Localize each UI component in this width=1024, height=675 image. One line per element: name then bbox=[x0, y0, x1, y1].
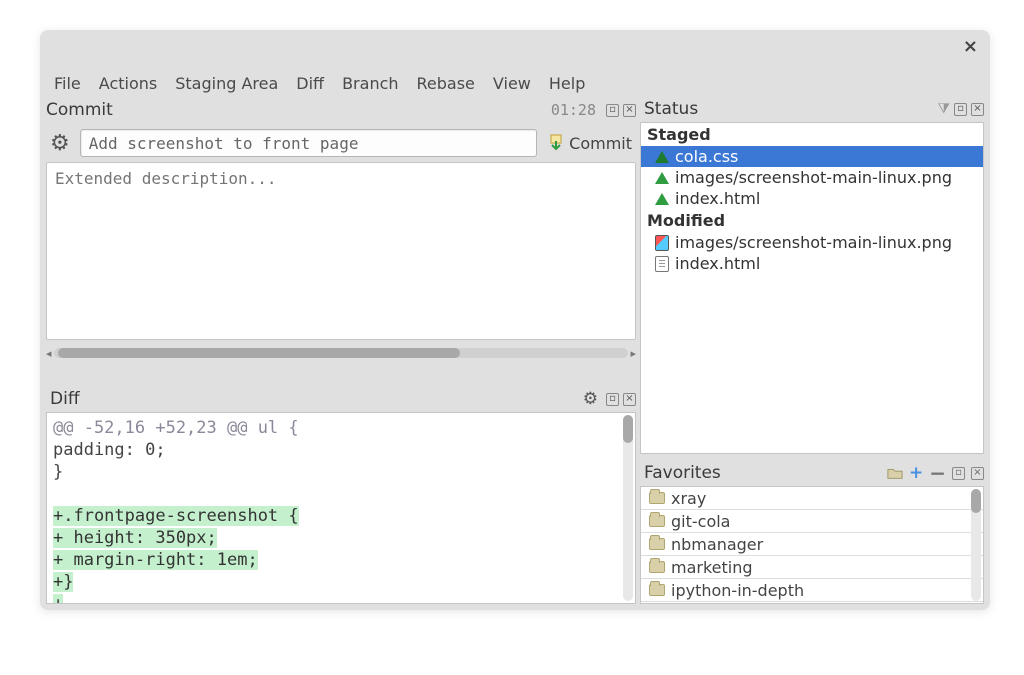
filter-icon[interactable]: ⧩ bbox=[938, 101, 951, 117]
staged-file[interactable]: images/screenshot-main-linux.png bbox=[641, 167, 983, 188]
folder-icon bbox=[649, 492, 665, 504]
restore-icon[interactable]: ▫ bbox=[954, 103, 967, 116]
favorite-item[interactable]: xray bbox=[641, 487, 983, 510]
favorite-name: nbmanager bbox=[671, 535, 763, 554]
staged-icon bbox=[655, 172, 669, 184]
file-name: images/screenshot-main-linux.png bbox=[675, 168, 952, 187]
remove-icon[interactable]: − bbox=[929, 461, 946, 485]
favorite-name: git-cola bbox=[671, 512, 730, 531]
favorite-name: xray bbox=[671, 489, 706, 508]
menubar: File Actions Staging Area Diff Branch Re… bbox=[40, 68, 990, 98]
menu-file[interactable]: File bbox=[54, 74, 81, 93]
favorites-list[interactable]: xray git-cola nbmanager marketing ipytho… bbox=[640, 486, 984, 604]
menu-actions[interactable]: Actions bbox=[99, 74, 157, 93]
file-name: index.html bbox=[675, 189, 760, 208]
commit-panel: Commit 01:28 ▫ × ⚙ Commit ◂ ▸ bbox=[46, 98, 636, 396]
git-cola-window: × File Actions Staging Area Diff Branch … bbox=[40, 30, 990, 610]
restore-icon[interactable]: ▫ bbox=[606, 104, 619, 117]
commit-summary-input[interactable] bbox=[80, 129, 537, 157]
horizontal-scrollbar[interactable]: ◂ ▸ bbox=[46, 346, 636, 360]
diff-blank-line bbox=[53, 483, 629, 505]
add-icon[interactable]: + bbox=[909, 463, 923, 483]
status-panel: Status ⧩ ▫ × Staged cola.css images/scre… bbox=[640, 98, 984, 458]
menu-rebase[interactable]: Rebase bbox=[417, 74, 475, 93]
vertical-scrollbar[interactable] bbox=[623, 415, 633, 601]
close-icon[interactable]: × bbox=[963, 36, 978, 57]
file-name: images/screenshot-main-linux.png bbox=[675, 233, 952, 252]
staged-file[interactable]: cola.css bbox=[641, 146, 983, 167]
favorites-panel: Favorites + − ▫ × xray git-cola nbmanage… bbox=[640, 462, 984, 606]
menu-diff[interactable]: Diff bbox=[296, 74, 324, 93]
diff-view[interactable]: @@ -52,16 +52,23 @@ ul { padding: 0; } +… bbox=[46, 412, 636, 604]
favorite-item[interactable]: git-cola bbox=[641, 510, 983, 533]
modified-heading: Modified bbox=[641, 209, 983, 232]
commit-panel-title: Commit bbox=[46, 100, 113, 120]
file-name: index.html bbox=[675, 254, 760, 273]
favorite-item[interactable]: nbmanager bbox=[641, 533, 983, 556]
close-panel-icon[interactable]: × bbox=[623, 104, 636, 117]
diff-add-line: +.frontpage-screenshot { bbox=[53, 505, 629, 527]
diff-add-line: + bbox=[53, 593, 629, 604]
status-panel-title: Status bbox=[640, 99, 702, 119]
menu-view[interactable]: View bbox=[493, 74, 531, 93]
menu-staging-area[interactable]: Staging Area bbox=[175, 74, 278, 93]
folder-icon bbox=[649, 561, 665, 573]
favorite-name: marketing bbox=[671, 558, 753, 577]
restore-icon[interactable]: ▫ bbox=[952, 467, 965, 480]
modified-file[interactable]: index.html bbox=[641, 253, 983, 274]
image-file-icon bbox=[655, 235, 669, 251]
diff-add-line: + margin-right: 1em; bbox=[53, 549, 629, 571]
modified-file[interactable]: images/screenshot-main-linux.png bbox=[641, 232, 983, 253]
favorite-name: ipython-in-depth bbox=[671, 581, 804, 600]
menu-branch[interactable]: Branch bbox=[342, 74, 398, 93]
favorites-panel-title: Favorites bbox=[640, 463, 725, 483]
favorite-item[interactable]: ipython bbox=[641, 602, 983, 604]
commit-time: 01:28 bbox=[551, 101, 596, 119]
folder-icon bbox=[649, 584, 665, 596]
favorite-item[interactable]: marketing bbox=[641, 556, 983, 579]
diff-add-line: + height: 350px; bbox=[53, 527, 629, 549]
folder-icon bbox=[649, 538, 665, 550]
gear-icon[interactable]: ⚙ bbox=[579, 389, 602, 409]
vertical-scrollbar[interactable] bbox=[971, 489, 981, 601]
close-panel-icon[interactable]: × bbox=[623, 393, 636, 406]
menu-help[interactable]: Help bbox=[549, 74, 585, 93]
commit-icon bbox=[547, 134, 565, 152]
diff-panel: Diff ⚙ ▫ × @@ -52,16 +52,23 @@ ul { padd… bbox=[46, 388, 636, 606]
diff-panel-title: Diff bbox=[46, 389, 84, 409]
staged-icon bbox=[655, 151, 669, 163]
restore-icon[interactable]: ▫ bbox=[606, 393, 619, 406]
text-file-icon bbox=[655, 256, 669, 272]
folder-icon bbox=[649, 515, 665, 527]
commit-button[interactable]: Commit bbox=[543, 134, 636, 153]
open-folder-icon[interactable] bbox=[887, 466, 903, 480]
favorite-name: ipython bbox=[671, 604, 731, 605]
gear-icon[interactable]: ⚙ bbox=[46, 131, 74, 156]
diff-hunk-header: @@ -52,16 +52,23 @@ ul { bbox=[53, 417, 629, 439]
commit-description-input[interactable] bbox=[46, 162, 636, 340]
diff-context-line: padding: 0; bbox=[53, 439, 629, 461]
diff-add-line: +} bbox=[53, 571, 629, 593]
file-name: cola.css bbox=[675, 147, 738, 166]
status-tree[interactable]: Staged cola.css images/screenshot-main-l… bbox=[640, 122, 984, 454]
close-panel-icon[interactable]: × bbox=[971, 103, 984, 116]
close-panel-icon[interactable]: × bbox=[971, 467, 984, 480]
favorite-item[interactable]: ipython-in-depth bbox=[641, 579, 983, 602]
diff-context-line: } bbox=[53, 461, 629, 483]
staged-file[interactable]: index.html bbox=[641, 188, 983, 209]
commit-button-label: Commit bbox=[569, 134, 632, 153]
staged-icon bbox=[655, 193, 669, 205]
staged-heading: Staged bbox=[641, 123, 983, 146]
